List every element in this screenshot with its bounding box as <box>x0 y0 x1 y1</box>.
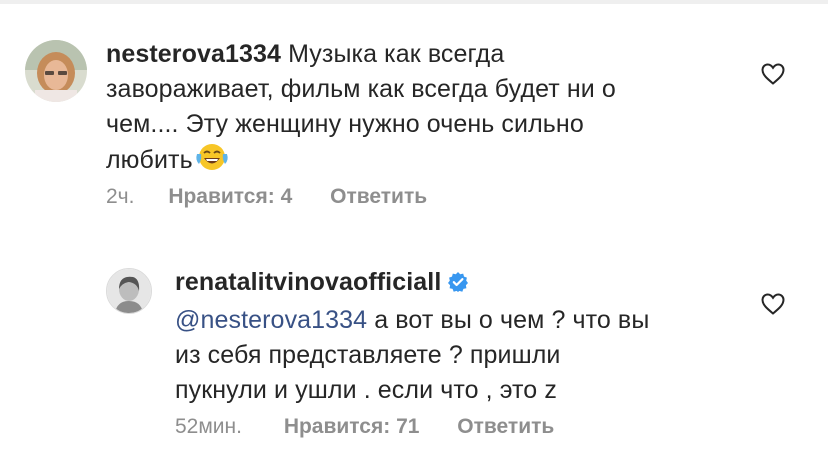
comment-text-line: завораживает, фильм как всегда будет ни … <box>106 75 616 103</box>
comment-text-line: пукнули и ушли . если что , это z <box>175 376 557 404</box>
top-divider <box>0 0 828 4</box>
avatar[interactable] <box>106 268 152 314</box>
timestamp: 52мин. <box>175 415 242 438</box>
reply-button[interactable]: Ответить <box>457 415 554 439</box>
comment-text: renatalitvinovaofficiall @nesterova1334 … <box>175 265 775 408</box>
comment-text-line: любить <box>106 146 193 174</box>
tears-of-joy-emoji <box>195 142 229 182</box>
comment-text-line: Музыка как всегда <box>288 40 505 68</box>
mention-link[interactable]: @nesterova1334 <box>175 306 367 334</box>
likes-count[interactable]: Нравится: 4 <box>168 185 292 209</box>
username[interactable]: renatalitvinovaofficiall <box>175 268 441 296</box>
avatar[interactable] <box>25 40 87 102</box>
timestamp: 2ч. <box>106 185 135 208</box>
heart-outline-icon[interactable] <box>760 292 786 316</box>
username[interactable]: nesterova1334 <box>106 40 281 68</box>
comment-text-line: чем.... Эту женщину нужно очень сильно <box>106 110 584 138</box>
comment-text-line: из себя представляете ? пришли <box>175 341 561 369</box>
heart-outline-icon[interactable] <box>760 62 786 86</box>
comment-meta: 2ч. Нравится: 4 Ответить <box>106 185 427 209</box>
comment-text: nesterova1334 Музыка как всегда заворажи… <box>106 37 796 182</box>
verified-badge-icon <box>447 268 469 303</box>
reply-button[interactable]: Ответить <box>330 185 427 209</box>
comment-meta: 52мин. Нравится: 71 Ответить <box>175 415 554 439</box>
comment-text-line: а вот вы о чем ? что вы <box>367 306 650 334</box>
likes-count[interactable]: Нравится: 71 <box>284 415 420 439</box>
